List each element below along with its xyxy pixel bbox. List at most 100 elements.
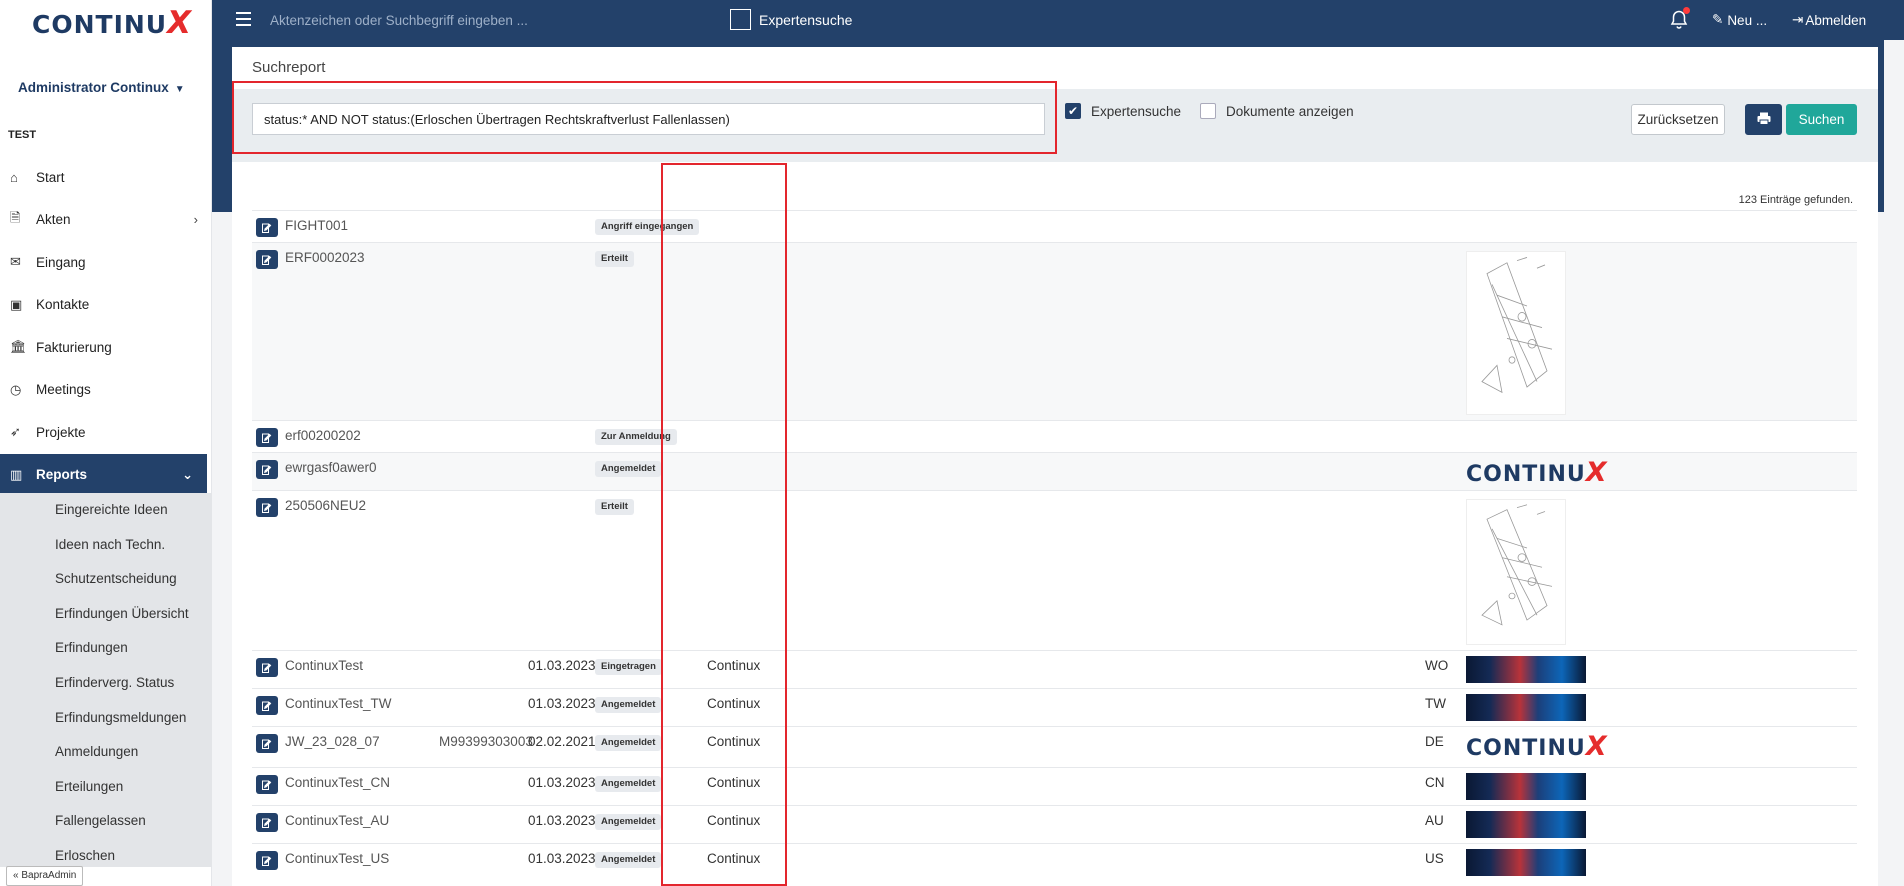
top-bar: Expertensuche ✎Neu ... ⇥Abmelden	[212, 0, 1904, 40]
status-badge: Angemeldet	[595, 776, 662, 792]
sidebar-item-meetings[interactable]: ◷ Meetings	[0, 369, 212, 412]
table-row[interactable]: erf00200202 Zur Anmeldung	[252, 420, 1857, 452]
checkbox-icon[interactable]	[1200, 103, 1216, 119]
record-id-link[interactable]: FIGHT001	[285, 218, 348, 233]
status-badge: Angemeldet	[595, 814, 662, 830]
edit-icon[interactable]	[256, 218, 278, 237]
search-button[interactable]: Suchen	[1786, 104, 1857, 135]
edit-icon[interactable]	[256, 460, 278, 479]
query-input[interactable]	[252, 103, 1045, 135]
record-country: US	[1425, 851, 1444, 866]
record-image-thumbnail[interactable]	[1466, 773, 1586, 800]
top-expert-toggle[interactable]: Expertensuche	[730, 9, 852, 30]
bank-icon: 🏛	[10, 339, 27, 355]
subnav-item[interactable]: Erteilungen	[0, 770, 212, 805]
table-row[interactable]: ContinuxTest 01.03.2023 Continux WO Eingetra…	[252, 650, 1857, 688]
notification-bell-icon[interactable]	[1670, 7, 1690, 30]
table-row[interactable]: FIGHT001 Angriff eingegangen	[252, 210, 1857, 242]
show-documents-checkbox[interactable]: Dokumente anzeigen	[1200, 103, 1354, 119]
subnav-item[interactable]: Erfindungen Übersicht	[0, 597, 212, 632]
sidebar-item-label: Start	[36, 169, 65, 185]
edit-icon[interactable]	[256, 734, 278, 753]
subnav-item[interactable]: Erfindungen	[0, 631, 212, 666]
subnav-item[interactable]: Erloschen	[0, 839, 212, 867]
record-id-link[interactable]: ContinuxTest_CN	[285, 775, 390, 790]
edit-icon[interactable]	[256, 696, 278, 715]
record-id-link[interactable]: ERF0002023	[285, 250, 365, 265]
edit-icon[interactable]	[256, 658, 278, 677]
sidebar-item-kontakte[interactable]: ▣ Kontakte	[0, 284, 212, 327]
record-id-link[interactable]: 250506NEU2	[285, 498, 366, 513]
record-date: 02.02.2021	[528, 734, 596, 749]
subnav-item[interactable]: Erfinderverg. Status	[0, 666, 212, 701]
edit-icon[interactable]	[256, 775, 278, 794]
subnav-item[interactable]: Anmeldungen	[0, 735, 212, 770]
edit-icon[interactable]	[256, 428, 278, 447]
sidebar-nav: ⌂ Start 🗎 Akten › ✉ Eingang ▣ Kontakte 🏛 Fakturier…	[0, 156, 212, 496]
sidebar-item-label: Fakturierung	[36, 339, 112, 355]
checkmark-icon[interactable]: ✔	[1065, 103, 1081, 119]
record-id-link[interactable]: ContinuxTest	[285, 658, 363, 673]
edit-icon[interactable]	[256, 250, 278, 269]
sidebar-item-projekte[interactable]: ➶ Projekte	[0, 411, 212, 454]
edit-icon[interactable]	[256, 851, 278, 870]
table-row[interactable]: ContinuxTest_TW 01.03.2023 Continux TW Angem…	[252, 688, 1857, 726]
print-button[interactable]	[1745, 104, 1782, 135]
table-row[interactable]: ERF0002023 Erteilt	[252, 242, 1857, 420]
checkbox-icon[interactable]	[730, 9, 751, 30]
user-tag[interactable]: « BapraAdmin	[6, 866, 84, 886]
record-image-thumbnail[interactable]	[1466, 849, 1586, 876]
status-badge: Angemeldet	[595, 461, 662, 477]
logout-button[interactable]: ⇥ Abmelden	[1792, 12, 1866, 28]
patent-drawing-thumbnail[interactable]	[1466, 499, 1566, 645]
record-id-link[interactable]: ewrgasf0awer0	[285, 460, 377, 475]
record-image-thumbnail[interactable]	[1466, 811, 1586, 838]
sidebar-item-label: Reports	[36, 467, 88, 482]
results-table: FIGHT001 Angriff eingegangen ERF0002023 Ert…	[252, 210, 1857, 881]
table-row[interactable]: 250506NEU2 Erteilt	[252, 490, 1857, 650]
table-row[interactable]: ContinuxTest_CN 01.03.2023 Continux CN Angem…	[252, 767, 1857, 805]
record-id-link[interactable]: ContinuxTest_US	[285, 851, 389, 866]
hamburger-menu-icon[interactable]	[236, 12, 251, 26]
expert-search-checkbox[interactable]: ✔ Expertensuche	[1065, 103, 1181, 119]
subnav-item[interactable]: Schutzentscheidung	[0, 562, 212, 597]
table-row[interactable]: JW_23_028_07 M99399303003 02.02.2021 Contin…	[252, 726, 1857, 767]
status-badge: Eingetragen	[595, 659, 662, 675]
subnav-item[interactable]: Fallengelassen	[0, 804, 212, 839]
record-reference: M99399303003	[439, 734, 533, 749]
patent-drawing-thumbnail[interactable]	[1466, 251, 1566, 415]
subnav-item[interactable]: Erfindungsmeldungen	[0, 701, 212, 736]
table-row[interactable]: ewrgasf0awer0 Angemeldet CONTINUX	[252, 452, 1857, 490]
sidebar-item-label: Meetings	[36, 382, 91, 398]
rocket-icon: ➶	[10, 424, 21, 440]
record-id-link[interactable]: ContinuxTest_AU	[285, 813, 389, 828]
company-logo-thumbnail[interactable]: CONTINUX	[1466, 457, 1607, 488]
subnav-item[interactable]: Ideen nach Techn.	[0, 528, 212, 563]
app-window: CONTINUX Administrator Continux ▼ TEST ⌂ S…	[0, 0, 1904, 886]
app-logo[interactable]: CONTINUX	[32, 5, 191, 41]
scrollbar[interactable]	[1884, 40, 1904, 886]
caret-down-icon: ▼	[174, 84, 185, 95]
record-id-link[interactable]: JW_23_028_07	[285, 734, 380, 749]
sidebar-item-eingang[interactable]: ✉ Eingang	[0, 241, 212, 284]
edit-icon[interactable]	[256, 813, 278, 832]
sidebar-item-fakturierung[interactable]: 🏛 Fakturierung	[0, 326, 212, 369]
new-button[interactable]: ✎ Neu ...	[1712, 12, 1767, 28]
record-image-thumbnail[interactable]	[1466, 656, 1586, 683]
table-row[interactable]: ContinuxTest_US 01.03.2023 Continux US Angem…	[252, 843, 1857, 881]
record-image-thumbnail[interactable]	[1466, 694, 1586, 721]
subnav-item[interactable]: Eingereichte Ideen	[0, 493, 212, 528]
company-logo-thumbnail[interactable]: CONTINUX	[1466, 731, 1607, 762]
sidebar-item-reports[interactable]: ▥ Reports ⌄	[0, 453, 207, 496]
user-menu[interactable]: Administrator Continux ▼	[18, 80, 185, 95]
edit-icon[interactable]	[256, 498, 278, 517]
record-id-link[interactable]: ContinuxTest_TW	[285, 696, 392, 711]
record-id-link[interactable]: erf00200202	[285, 428, 361, 443]
sidebar-item-akten[interactable]: 🗎 Akten ›	[0, 199, 212, 242]
reset-button[interactable]: Zurücksetzen	[1631, 104, 1725, 135]
global-search-input[interactable]	[270, 8, 690, 32]
sidebar-item-label: Akten	[36, 212, 71, 228]
chevron-down-icon: ⌄	[182, 466, 193, 482]
sidebar-item-start[interactable]: ⌂ Start	[0, 156, 212, 199]
table-row[interactable]: ContinuxTest_AU 01.03.2023 Continux AU Angem…	[252, 805, 1857, 843]
